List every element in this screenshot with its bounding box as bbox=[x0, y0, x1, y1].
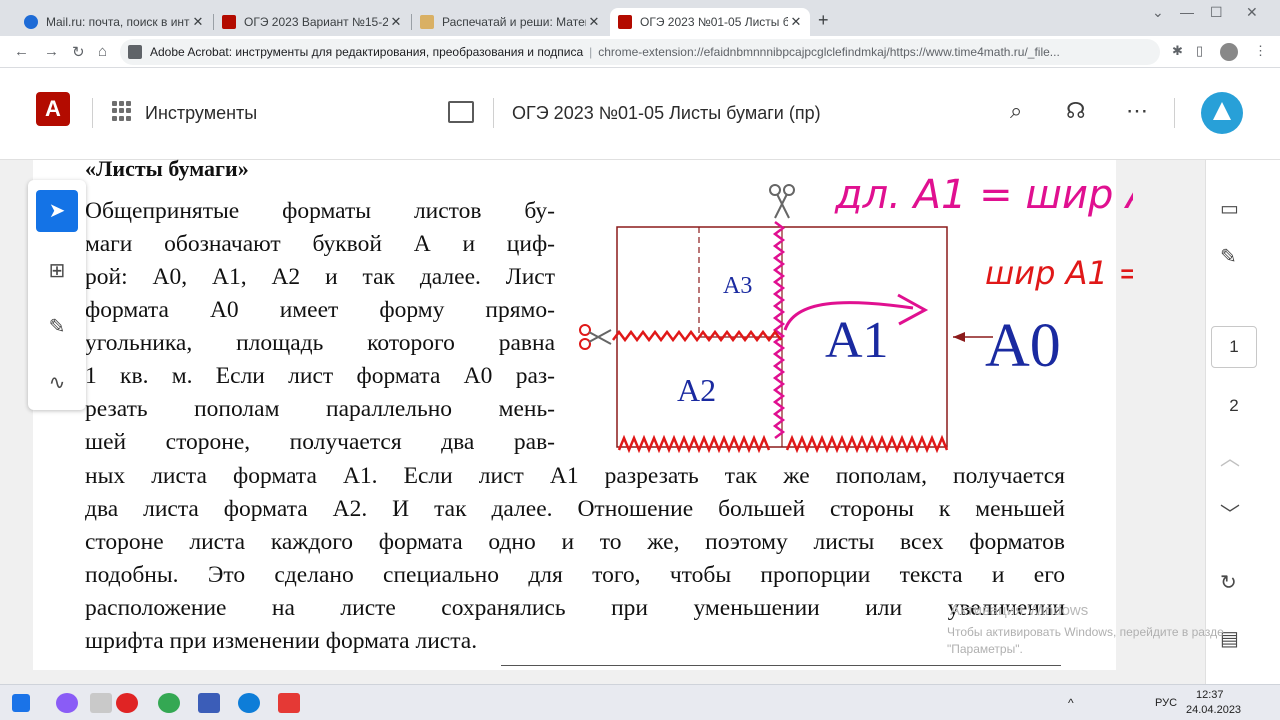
label-a2: A2 bbox=[677, 372, 716, 408]
rotate-icon[interactable]: ↻ bbox=[1220, 570, 1237, 595]
clock-time[interactable]: 12:37 bbox=[1196, 689, 1224, 701]
comments-icon[interactable]: ▭ bbox=[1220, 196, 1239, 221]
more-options-icon[interactable]: ⋯ bbox=[1126, 98, 1148, 124]
tools-button[interactable]: Инструменты bbox=[145, 103, 257, 124]
back-icon[interactable]: ← bbox=[14, 43, 29, 60]
yandex-icon[interactable] bbox=[116, 693, 138, 713]
acrobat-header: A Инструменты ОГЭ 2023 №01-05 Листы бума… bbox=[0, 68, 1280, 160]
paragraph-bottom: ных листа формата А1. Если лист А1 разре… bbox=[85, 463, 1065, 654]
label-a0: A0 bbox=[985, 312, 1061, 380]
tab-raspechatay[interactable]: Распечатай и реши: Математик ✕ bbox=[412, 8, 608, 36]
windows-taskbar: ^ РУС 12:37 24.04.2023 bbox=[0, 684, 1280, 720]
chevron-down-icon[interactable]: ⌄ bbox=[1152, 4, 1164, 21]
section-heading: «Листы бумаги» bbox=[85, 156, 249, 181]
apps-grid-icon[interactable] bbox=[112, 101, 132, 121]
divider bbox=[1174, 98, 1175, 128]
menu-icon[interactable]: ⋮ bbox=[1254, 43, 1267, 59]
new-tab-button[interactable]: + bbox=[818, 10, 829, 31]
horizontal-cut-scribble bbox=[612, 329, 782, 343]
activation-watermark-title: Активация Windows bbox=[950, 602, 1089, 619]
select-tool-icon[interactable]: ➤ bbox=[36, 190, 78, 232]
close-icon[interactable]: ✕ bbox=[388, 14, 404, 30]
address-separator: | bbox=[589, 45, 593, 59]
sidepanel-icon[interactable]: ▯ bbox=[1196, 43, 1203, 59]
annotation-width-a1: шир A1 = дл.A bbox=[985, 254, 1133, 292]
pdf-page: «Листы бумаги» Общепринятые форматы лист… bbox=[33, 156, 1133, 670]
maximize-button[interactable]: ☐ bbox=[1210, 4, 1223, 21]
tab-oge-listy-active[interactable]: ОГЭ 2023 №01-05 Листы бумаг ✕ bbox=[610, 8, 810, 36]
paper-formats-figure: A3 A2 A1 A0 дл. A1 = шир A0 шир A1 = дл.… bbox=[579, 172, 1133, 454]
close-icon[interactable]: ✕ bbox=[788, 14, 804, 30]
mailru-icon bbox=[24, 15, 38, 29]
table-top-border bbox=[501, 665, 1061, 666]
acrobat-account-avatar[interactable] bbox=[1201, 92, 1243, 134]
pdf-icon bbox=[618, 15, 632, 29]
highlight-pen-icon[interactable]: ✎ bbox=[36, 306, 78, 348]
window-close-button[interactable]: ✕ bbox=[1246, 4, 1258, 21]
activation-watermark-text: Чтобы активировать Windows, перейдите в … bbox=[947, 625, 1224, 656]
scissors-icon-top bbox=[769, 184, 795, 219]
bottom-right-scribble bbox=[785, 434, 949, 454]
teamviewer-icon[interactable] bbox=[238, 693, 260, 713]
chrome-icon[interactable] bbox=[158, 693, 180, 713]
page-thumbnail-next[interactable]: 2 bbox=[1211, 396, 1257, 416]
annotation-length-a1: дл. A1 = шир A0 bbox=[834, 172, 1133, 218]
chevron-up-icon[interactable]: ︿ bbox=[1220, 442, 1240, 471]
extensions-icon[interactable]: ✱ bbox=[1172, 43, 1183, 59]
label-a3: A3 bbox=[723, 273, 752, 299]
assistant-icon[interactable] bbox=[56, 693, 78, 713]
document-panel-icon[interactable] bbox=[448, 101, 474, 123]
add-comment-icon[interactable]: ⊞ bbox=[36, 250, 78, 292]
address-bar[interactable]: Adobe Acrobat: инструменты для редактиро… bbox=[120, 39, 1160, 65]
language-indicator[interactable]: РУС bbox=[1155, 697, 1177, 709]
close-icon[interactable]: ✕ bbox=[190, 14, 206, 30]
profile-avatar[interactable] bbox=[1220, 43, 1238, 61]
clock-date[interactable]: 24.04.2023 bbox=[1186, 704, 1241, 716]
site-icon bbox=[420, 15, 434, 29]
divider bbox=[493, 98, 494, 128]
page-thumbnail-current[interactable]: 1 bbox=[1211, 326, 1257, 368]
puzzle-icon bbox=[128, 45, 142, 59]
recording-icon[interactable] bbox=[278, 693, 300, 713]
home-icon[interactable]: ⌂ bbox=[98, 43, 107, 60]
pdf-icon bbox=[222, 15, 236, 29]
annotation-toolbar: ➤ ⊞ ✎ ∿ bbox=[28, 180, 86, 410]
scissors-icon-left bbox=[579, 324, 612, 350]
file-explorer-icon[interactable] bbox=[90, 693, 112, 713]
edit-icon[interactable]: ✎ bbox=[1220, 244, 1237, 269]
chevron-down-icon[interactable]: ﹀ bbox=[1220, 498, 1240, 527]
reload-icon[interactable]: ↻ bbox=[72, 43, 85, 61]
browser-toolbar: ← → ↻ ⌂ Adobe Acrobat: инструменты для р… bbox=[0, 36, 1280, 68]
draw-freehand-icon[interactable]: ∿ bbox=[36, 362, 78, 404]
browser-tab-strip: Mail.ru: почта, поиск в интерне ✕ ОГЭ 20… bbox=[0, 0, 1280, 36]
tab-oge-variant[interactable]: ОГЭ 2023 Вариант №15-22 Отв ✕ bbox=[214, 8, 410, 36]
windows-start-icon[interactable] bbox=[12, 694, 30, 712]
search-icon[interactable]: ⌕ bbox=[1010, 98, 1022, 124]
acrobat-logo: A bbox=[36, 92, 70, 126]
paragraph-top: Общепринятые форматы листов бу- маги обо… bbox=[85, 198, 555, 455]
save-icon[interactable] bbox=[198, 693, 220, 713]
tray-arrow-icon[interactable]: ^ bbox=[1068, 696, 1074, 710]
divider bbox=[92, 98, 93, 128]
document-title: ОГЭ 2023 №01-05 Листы бумаги (пр) bbox=[512, 103, 821, 123]
bottom-left-scribble bbox=[617, 434, 771, 454]
forward-icon[interactable]: → bbox=[44, 43, 59, 60]
close-icon[interactable]: ✕ bbox=[586, 14, 602, 30]
right-page-panel: ▭ ✎ 1 2 ︿ ﹀ ↻ ▤ bbox=[1205, 160, 1280, 684]
rotation-arrow-head bbox=[897, 293, 929, 326]
tab-mailru[interactable]: Mail.ru: почта, поиск в интерне ✕ bbox=[16, 8, 212, 36]
label-a1: A1 bbox=[825, 312, 889, 369]
a0-pointer-arrowhead bbox=[953, 332, 965, 342]
headphones-icon[interactable]: ☊ bbox=[1066, 98, 1086, 124]
minimize-button[interactable]: — bbox=[1180, 4, 1194, 20]
